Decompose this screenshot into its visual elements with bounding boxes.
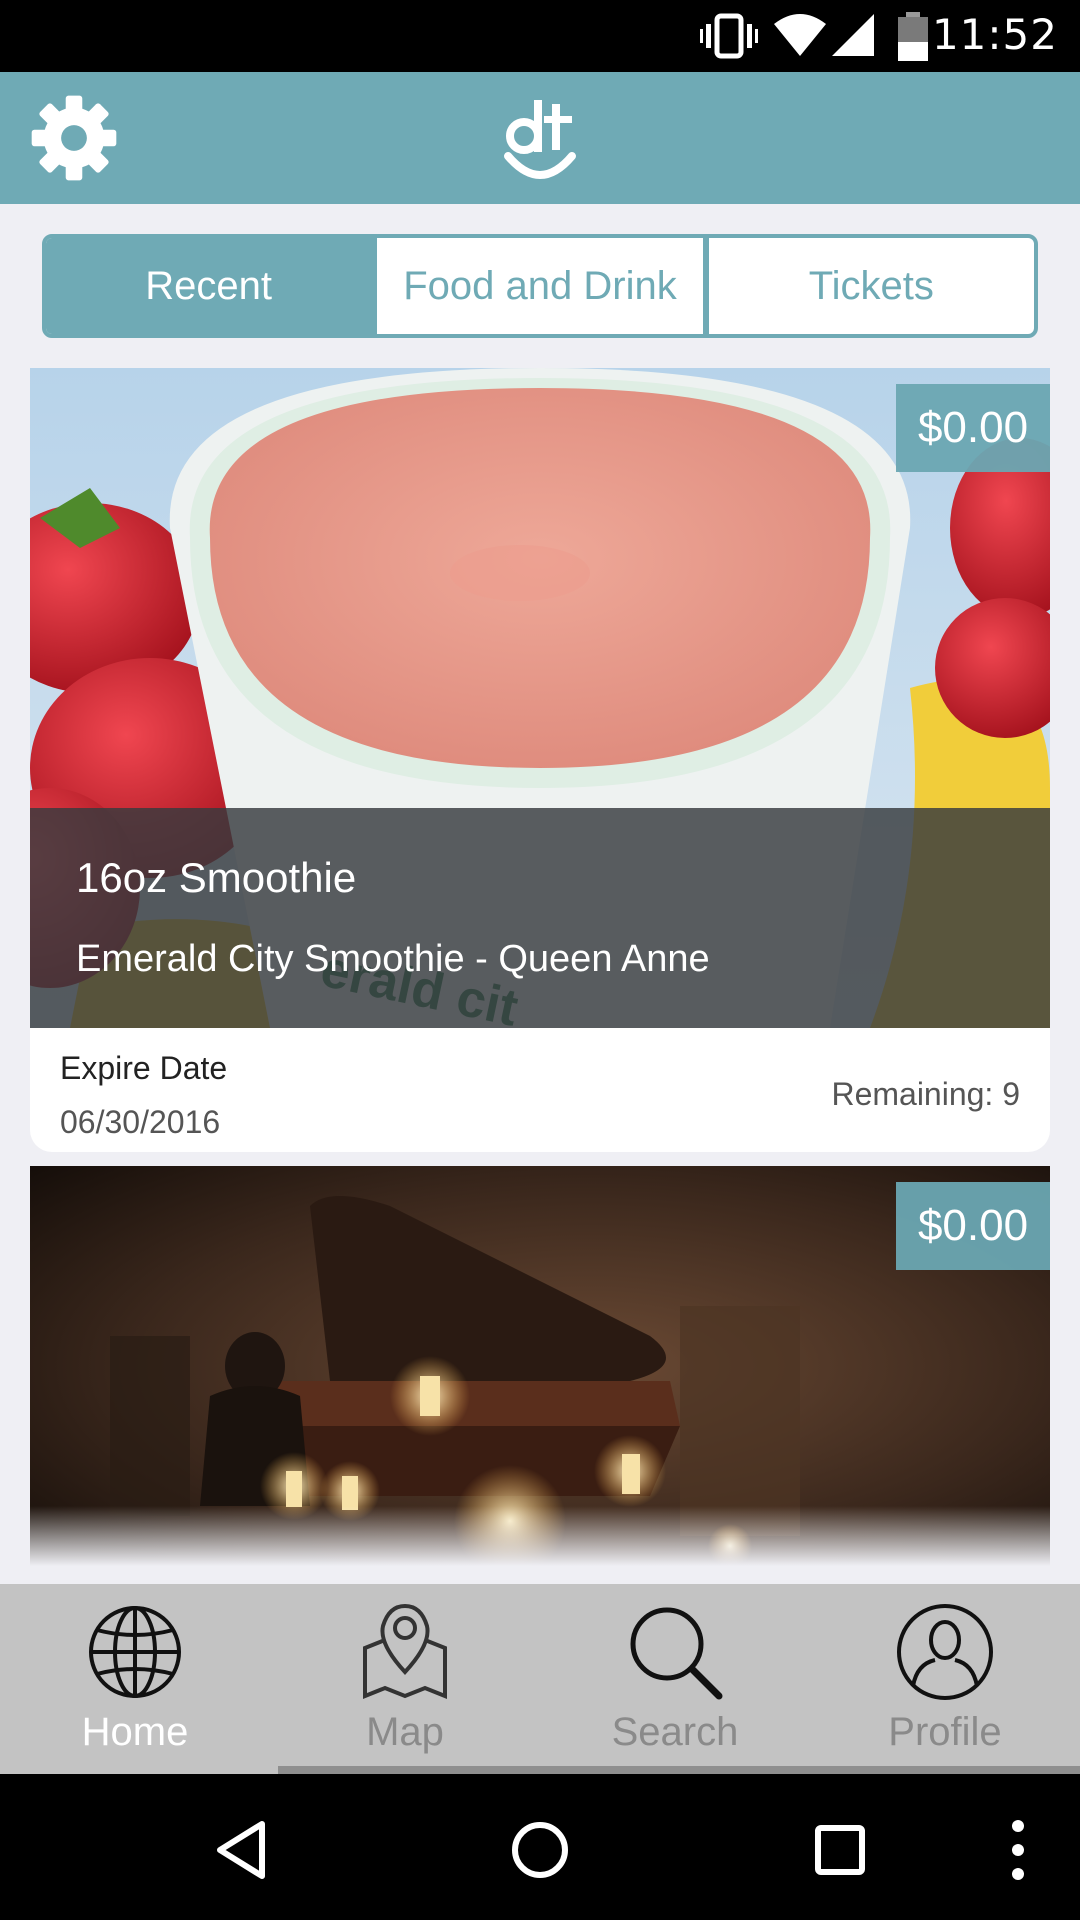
nav-search-label: Search xyxy=(611,1710,739,1754)
bottom-nav: Home Map Search Profile xyxy=(0,1584,1080,1774)
tab-food-and-drink[interactable]: Food and Drink xyxy=(371,238,702,334)
search-icon xyxy=(630,1607,723,1700)
remaining-count: Remaining: 9 xyxy=(831,1076,1020,1112)
nav-profile[interactable]: Profile xyxy=(810,1584,1080,1774)
clock: 11:52 xyxy=(931,10,1058,59)
category-tabs: Recent Food and Drink Tickets xyxy=(42,234,1038,338)
vibrate-icon xyxy=(700,13,758,59)
map-pin-icon xyxy=(363,1603,447,1699)
wifi-icon xyxy=(774,14,826,56)
dt-logo xyxy=(504,100,576,179)
more-icon[interactable] xyxy=(1008,1818,1028,1882)
system-nav-bar xyxy=(0,1774,1080,1920)
deal-card[interactable]: erald cit $0.00 16oz Smoothie Emerald Ci… xyxy=(30,368,1050,1152)
tab-recent[interactable]: Recent xyxy=(46,238,372,334)
expire-date: 06/30/2016 xyxy=(60,1104,221,1140)
deal-title: 16oz Smoothie xyxy=(76,854,357,901)
nav-profile-label: Profile xyxy=(888,1710,1002,1754)
signal-icon xyxy=(832,14,874,56)
app-header xyxy=(0,72,1080,204)
nav-home-label: Home xyxy=(81,1710,189,1754)
gear-icon[interactable] xyxy=(28,92,120,184)
expire-label: Expire Date xyxy=(60,1050,228,1086)
price-badge: $0.00 xyxy=(896,384,1050,472)
card-footer: Expire Date 06/30/2016 Remaining: 9 xyxy=(30,1028,1050,1152)
profile-icon xyxy=(897,1604,993,1700)
recents-icon[interactable] xyxy=(814,1824,866,1876)
main-content: Recent Food and Drink Tickets $0.00 16oz… xyxy=(0,204,1080,1584)
deal-info-overlay: 16oz Smoothie Emerald City Smoothie - Qu… xyxy=(30,808,1050,1028)
nav-home[interactable]: Home xyxy=(0,1584,270,1774)
back-icon[interactable] xyxy=(214,1820,268,1880)
globe-icon xyxy=(89,1606,181,1698)
home-icon[interactable] xyxy=(510,1820,570,1880)
status-bar: 11:52 xyxy=(0,0,1080,72)
merchant-name: Emerald City Smoothie - Queen Anne xyxy=(76,938,710,980)
nav-indicator xyxy=(278,1766,1080,1774)
nav-map-label: Map xyxy=(366,1710,444,1754)
tab-tickets[interactable]: Tickets xyxy=(702,238,1034,334)
nav-map[interactable]: Map xyxy=(270,1584,540,1774)
battery-icon xyxy=(898,12,928,61)
price-badge: $0.00 xyxy=(896,1182,1050,1270)
deal-card[interactable]: $0.00 xyxy=(30,1166,1050,1566)
nav-search[interactable]: Search xyxy=(540,1584,810,1774)
